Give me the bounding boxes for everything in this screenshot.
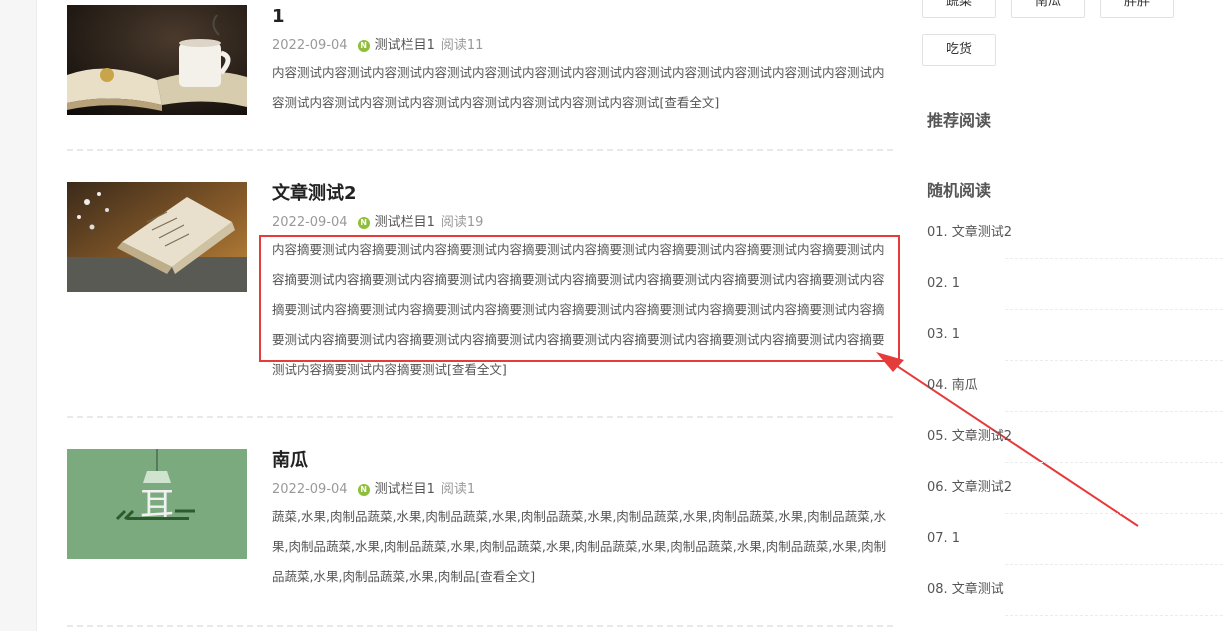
article-reads: 阅读1 (440, 482, 476, 497)
article-thumbnail-book-coffee[interactable] (67, 5, 247, 115)
category-icon: N (357, 484, 370, 496)
read-more-link[interactable]: [查看全文] (447, 362, 507, 377)
left-rail (0, 0, 37, 631)
random-item-label[interactable]: 01. 文章测试2 (927, 225, 1012, 240)
read-more-link[interactable]: [查看全文] (475, 569, 535, 584)
article-date: 2022-09-04 (272, 38, 348, 53)
article-category[interactable]: 测试栏目1 (375, 214, 435, 232)
article-title[interactable]: 南瓜 (272, 449, 887, 473)
article-date: 2022-09-04 (272, 215, 348, 230)
tag-button[interactable]: 蔬菜 (922, 0, 996, 18)
article-thumbnail-open-book[interactable] (67, 182, 247, 292)
article-title[interactable]: 文章测试2 (272, 182, 887, 206)
article-card: 1 2022-09-04 N 测试栏目1 阅读11 内容测试内容测试内容测试内容… (67, 5, 893, 125)
divider (67, 149, 893, 151)
article-category[interactable]: 测试栏目1 (375, 37, 435, 55)
highlight-box (259, 235, 900, 362)
random-list-item[interactable]: 05. 文章测试2 (927, 426, 1223, 477)
read-more-link[interactable]: [查看全文] (660, 95, 720, 110)
random-item-label[interactable]: 04. 南瓜 (927, 378, 978, 393)
article-summary: 蔬菜,水果,肉制品蔬菜,水果,肉制品蔬菜,水果,肉制品蔬菜,水果,肉制品蔬菜,水… (272, 502, 887, 592)
category-icon: N (357, 40, 370, 52)
random-heading: 随机阅读 (927, 181, 992, 200)
article-date: 2022-09-04 (272, 482, 348, 497)
article-thumbnail-lamp[interactable]: 耳 (67, 449, 247, 559)
random-list-item[interactable]: 04. 南瓜 (927, 375, 1223, 426)
article-title[interactable]: 1 (272, 5, 887, 29)
random-item-label[interactable]: 05. 文章测试2 (927, 429, 1012, 444)
article-reads: 阅读19 (440, 215, 484, 230)
random-list: 01. 文章测试2 02. 1 03. 1 04. 南瓜 05. 文章测试2 0… (927, 222, 1223, 630)
random-list-item[interactable]: 03. 1 (927, 324, 1223, 375)
article-category[interactable]: 测试栏目1 (375, 481, 435, 499)
recommend-heading: 推荐阅读 (927, 111, 992, 130)
summary-text: 蔬菜,水果,肉制品蔬菜,水果,肉制品蔬菜,水果,肉制品蔬菜,水果,肉制品蔬菜,水… (272, 509, 887, 584)
article-summary: 内容测试内容测试内容测试内容测试内容测试内容测试内容测试内容测试内容测试内容测试… (272, 58, 887, 118)
random-list-item[interactable]: 01. 文章测试2 (927, 222, 1223, 273)
summary-text: 内容测试内容测试内容测试内容测试内容测试内容测试内容测试内容测试内容测试内容测试… (272, 65, 885, 110)
tag-button[interactable]: 吃货 (922, 34, 996, 66)
category-icon: N (357, 217, 370, 229)
random-item-label[interactable]: 07. 1 (927, 531, 960, 546)
random-item-label[interactable]: 06. 文章测试2 (927, 480, 1012, 495)
random-list-item[interactable]: 06. 文章测试2 (927, 477, 1223, 528)
random-item-label[interactable]: 03. 1 (927, 327, 960, 342)
tag-button[interactable]: 南瓜 (1011, 0, 1085, 18)
random-item-label[interactable]: 08. 文章测试 (927, 582, 1004, 597)
tag-button[interactable]: 胖胖 (1100, 0, 1174, 18)
divider (67, 416, 893, 418)
random-list-item[interactable]: 02. 1 (927, 273, 1223, 324)
divider (67, 625, 893, 627)
article-reads: 阅读11 (440, 38, 484, 53)
random-list-item[interactable]: 07. 1 (927, 528, 1223, 579)
random-item-label[interactable]: 02. 1 (927, 276, 960, 291)
article-card: 耳 南瓜 2022-09-04 N 测试栏目1 阅读1 蔬菜,水果,肉制品蔬菜,… (67, 449, 893, 599)
random-list-item[interactable]: 08. 文章测试 (927, 579, 1223, 630)
